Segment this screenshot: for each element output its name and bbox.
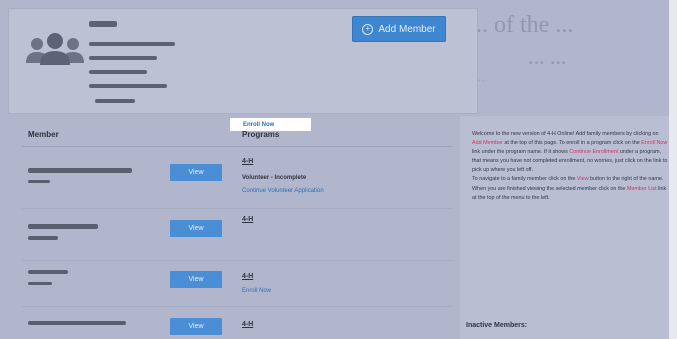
- bleed-through-text: ... ...: [528, 44, 567, 69]
- bleed-through-text: ... of the ...: [470, 12, 574, 38]
- redacted-member-name: [28, 224, 98, 229]
- enroll-now-link-highlighted[interactable]: Enroll Now: [230, 118, 311, 131]
- program-name[interactable]: 4-H: [242, 158, 253, 165]
- redacted-county-line: [95, 99, 135, 103]
- redacted-member-name: [28, 270, 68, 274]
- add-member-button[interactable]: + Add Member: [352, 16, 446, 42]
- header-divider: [22, 146, 452, 147]
- row-divider: [22, 208, 452, 209]
- continue-volunteer-link[interactable]: Continue Volunteer Application: [242, 188, 324, 194]
- inactive-members-heading: Inactive Members:: [466, 322, 528, 329]
- redacted-email-line: [89, 84, 167, 88]
- redacted-member-detail: [28, 180, 50, 183]
- member-table: Member Programs View 4-H Volunteer - Inc…: [8, 116, 452, 339]
- view-ref: View: [576, 176, 589, 183]
- redacted-member-name: [28, 168, 132, 173]
- redacted-member-name: [28, 321, 126, 325]
- enroll-now-link[interactable]: Enroll Now: [242, 288, 271, 294]
- program-name[interactable]: 4-H: [242, 273, 253, 280]
- add-member-ref: Add Member: [472, 140, 503, 147]
- redacted-family-name: [89, 21, 117, 27]
- plus-icon: +: [362, 23, 374, 35]
- view-member-button[interactable]: View: [170, 271, 222, 288]
- redacted-member-detail: [28, 236, 58, 240]
- redacted-phone-line: [89, 70, 147, 74]
- row-divider: [22, 260, 452, 261]
- member-column-header: Member: [28, 130, 59, 139]
- programs-column-header: Programs: [242, 130, 280, 139]
- redacted-address-line: [89, 42, 175, 46]
- family-avatar-icon: [26, 33, 84, 65]
- enroll-now-ref: Enroll Now: [641, 140, 668, 147]
- welcome-instructions: Welcome to the new version of 4-H Online…: [472, 131, 668, 201]
- continue-enrollment-ref: Continue Enrollment: [569, 149, 619, 156]
- redacted-member-detail: [28, 282, 52, 285]
- info-panel: Welcome to the new version of 4-H Online…: [460, 116, 669, 339]
- add-member-label: Add Member: [378, 23, 436, 35]
- program-name[interactable]: 4-H: [242, 216, 253, 223]
- member-list-ref: Member List: [626, 185, 657, 192]
- program-status: Volunteer - Incomplete: [242, 175, 307, 181]
- row-divider: [22, 306, 452, 307]
- view-member-button[interactable]: View: [170, 318, 222, 335]
- view-member-button[interactable]: View: [170, 164, 222, 181]
- program-name[interactable]: 4-H: [242, 321, 253, 328]
- page-edge: [669, 0, 677, 339]
- view-member-button[interactable]: View: [170, 220, 222, 237]
- redacted-address-line: [89, 56, 157, 60]
